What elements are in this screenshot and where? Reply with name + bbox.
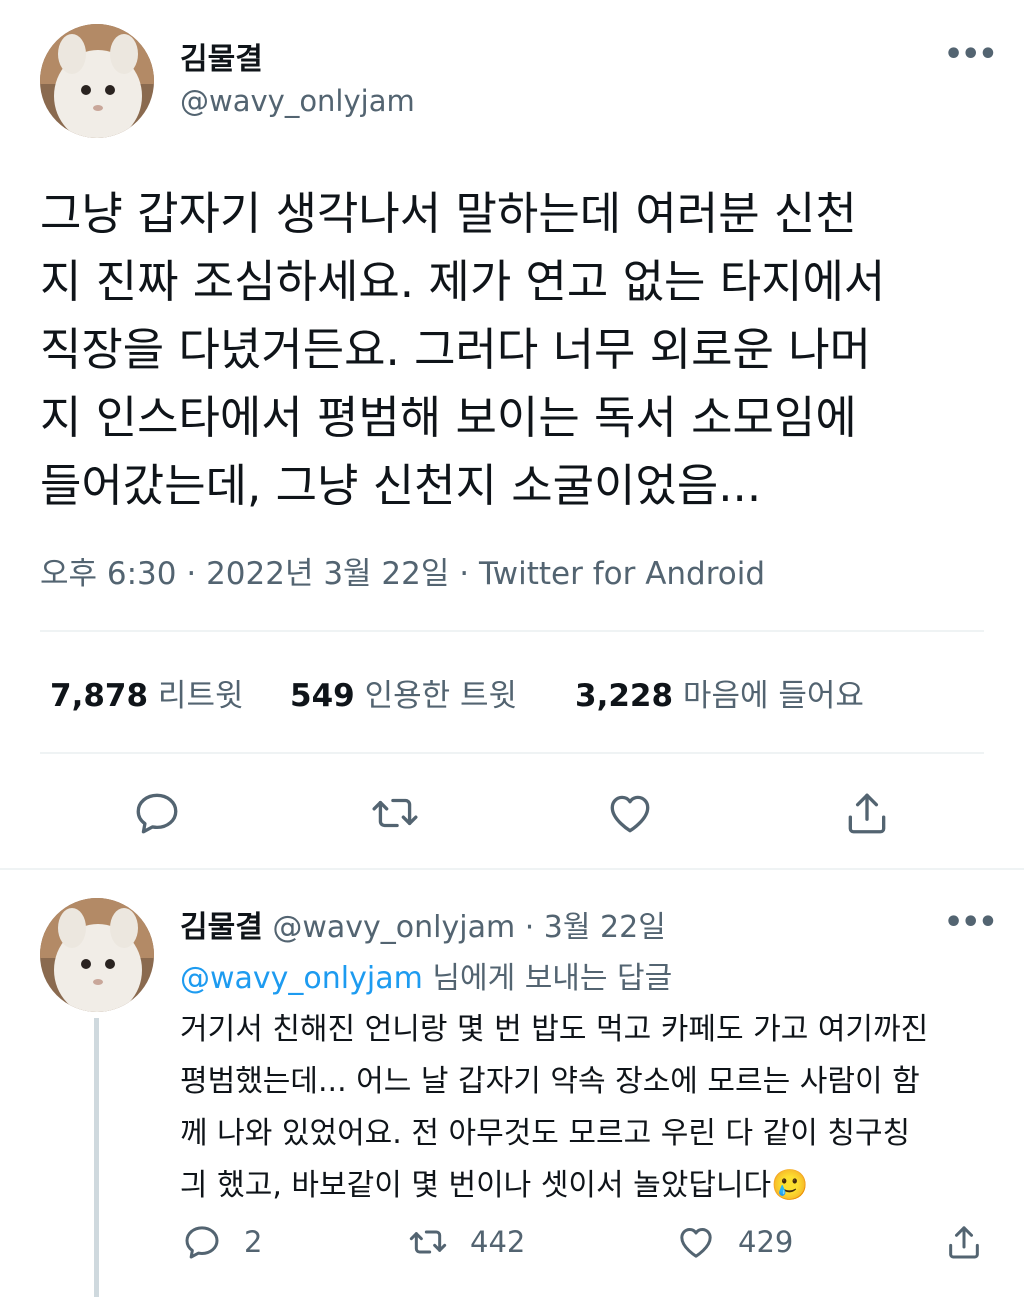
author-avatar[interactable] [40,24,154,138]
quote-count: 549 [290,678,355,714]
reply-date[interactable]: · 3월 22일 [525,910,666,945]
like-count: 3,228 [575,678,674,714]
reply-icon[interactable] [132,788,182,838]
like-stat[interactable]: 3,228 마음에 들어요 [575,670,864,715]
more-options-icon[interactable]: ••• [944,40,998,70]
retweet-icon [409,1230,447,1254]
author-handle[interactable]: @wavy_onlyjam [180,84,415,118]
share-icon[interactable] [842,788,892,838]
reply-like-button[interactable]: 429 [676,1220,793,1264]
reply-header: 김물결 @wavy_onlyjam · 3월 22일 [180,902,666,946]
reply-author-handle[interactable]: @wavy_onlyjam [272,910,515,945]
smiling-tear-emoji: 🥲 [771,1168,809,1203]
replying-label: 님에게 보내는 답글 [422,961,673,996]
reply-retweet-button[interactable]: 442 [408,1220,525,1264]
tweet-text: 그냥 갑자기 생각나서 말하는데 여러분 신천 지 진짜 조심하세요. 제가 연… [40,187,886,512]
reply-share-button[interactable] [944,1220,984,1264]
reply-author-name[interactable]: 김물결 [180,910,263,945]
divider [40,630,984,632]
reply-reply-button[interactable]: 2 [182,1220,262,1264]
reply-icon [185,1226,219,1259]
like-icon [680,1228,712,1258]
reply-body: 거기서 친해진 언니랑 몇 번 밥도 먹고 카페도 가고 여기까진 평범했는데.… [180,1012,929,1203]
replying-to: @wavy_onlyjam 님에게 보내는 답글 [180,953,672,997]
reply-count: 2 [244,1225,263,1259]
quote-stat[interactable]: 549 인용한 트윗 [290,670,517,715]
divider [0,868,1024,870]
divider [40,752,984,754]
reply-author-avatar[interactable] [40,898,154,1012]
tweet-meta[interactable]: 오후 6:30 · 2022년 3월 22일 · Twitter for And… [40,548,765,593]
retweet-count: 7,878 [50,678,149,714]
replying-mention[interactable]: @wavy_onlyjam [180,961,423,996]
quote-label: 인용한 트윗 [364,678,518,714]
retweet-stat[interactable]: 7,878 리트윗 [50,670,243,715]
reply-more-options-icon[interactable]: ••• [944,908,998,938]
author-name[interactable]: 김물결 [180,34,263,78]
thread-line [94,1018,99,1297]
like-label: 마음에 들어요 [682,678,864,714]
retweet-label: 리트윗 [157,678,244,714]
retweet-count: 442 [470,1225,526,1259]
reply-text: 거기서 친해진 언니랑 몇 번 밥도 먹고 카페도 가고 여기까진 평범했는데.… [180,1004,1000,1212]
like-count: 429 [738,1225,794,1259]
retweet-icon[interactable] [370,788,420,838]
like-icon[interactable] [605,788,655,838]
share-icon [949,1226,979,1259]
